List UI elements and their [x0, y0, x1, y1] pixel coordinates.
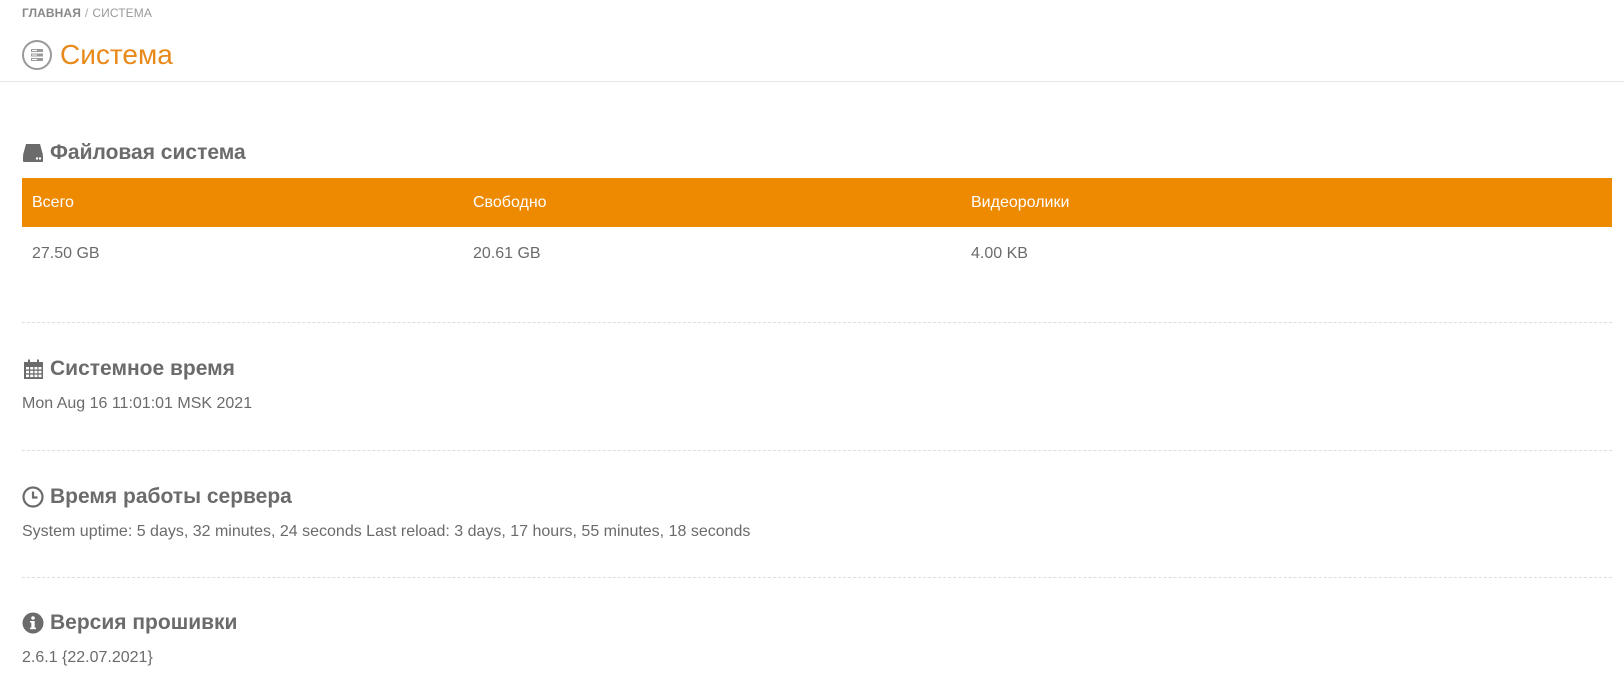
cell-videos: 4.00 KB: [971, 245, 1028, 262]
filesystem-header: Файловая система: [22, 140, 1612, 166]
breadcrumb: ГЛАВНАЯ / СИСТЕМА: [22, 6, 152, 20]
uptime-section: Время работы сервера System uptime: 5 da…: [22, 484, 1612, 542]
filesystem-section: Файловая система: [22, 140, 1612, 166]
firmware-section: Версия прошивки 2.6.1 {22.07.2021}: [22, 610, 1612, 668]
server-icon: [22, 40, 52, 70]
system-time-title: Системное время: [50, 357, 235, 380]
column-header-videos: Видеоролики: [961, 178, 1612, 227]
cell-total: 27.50 GB: [32, 245, 100, 262]
system-time-value: Mon Aug 16 11:01:01 MSK 2021: [22, 395, 253, 412]
page-header: ГЛАВНАЯ / СИСТЕМА Система: [0, 0, 1624, 82]
column-header-total: Всего: [22, 178, 463, 227]
firmware-header: Версия прошивки: [22, 610, 1612, 636]
breadcrumb-current: СИСТЕМА: [92, 6, 152, 20]
divider: [22, 322, 1612, 323]
filesystem-table: Всего Свободно Видеоролики 27.50 GB 20.6…: [22, 178, 1612, 281]
breadcrumb-home-link[interactable]: ГЛАВНАЯ: [22, 6, 81, 20]
cell-free: 20.61 GB: [473, 245, 541, 262]
uptime-header: Время работы сервера: [22, 484, 1612, 510]
table-header-row: Всего Свободно Видеоролики: [22, 178, 1612, 227]
page-title: Система: [60, 39, 173, 70]
calendar-icon: [22, 358, 44, 380]
title-row: Система: [22, 38, 173, 72]
breadcrumb-separator: /: [84, 6, 89, 20]
clock-icon: [22, 486, 44, 508]
hard-drive-icon: [22, 142, 44, 164]
divider: [22, 577, 1612, 578]
column-header-free: Свободно: [463, 178, 961, 227]
system-time-header: Системное время: [22, 356, 1612, 382]
table-row: 27.50 GB 20.61 GB 4.00 KB: [22, 227, 1612, 281]
firmware-value: 2.6.1 {22.07.2021}: [22, 649, 153, 666]
divider: [22, 450, 1612, 451]
info-icon: [22, 612, 44, 634]
system-time-section: Системное время Mon Aug 16 11:01:01 MSK …: [22, 356, 1612, 414]
uptime-value: System uptime: 5 days, 32 minutes, 24 se…: [22, 523, 751, 540]
page: ГЛАВНАЯ / СИСТЕМА Система Файловая систе…: [0, 0, 1624, 682]
firmware-title: Версия прошивки: [50, 611, 238, 634]
filesystem-title: Файловая система: [50, 141, 246, 164]
uptime-title: Время работы сервера: [50, 485, 292, 508]
